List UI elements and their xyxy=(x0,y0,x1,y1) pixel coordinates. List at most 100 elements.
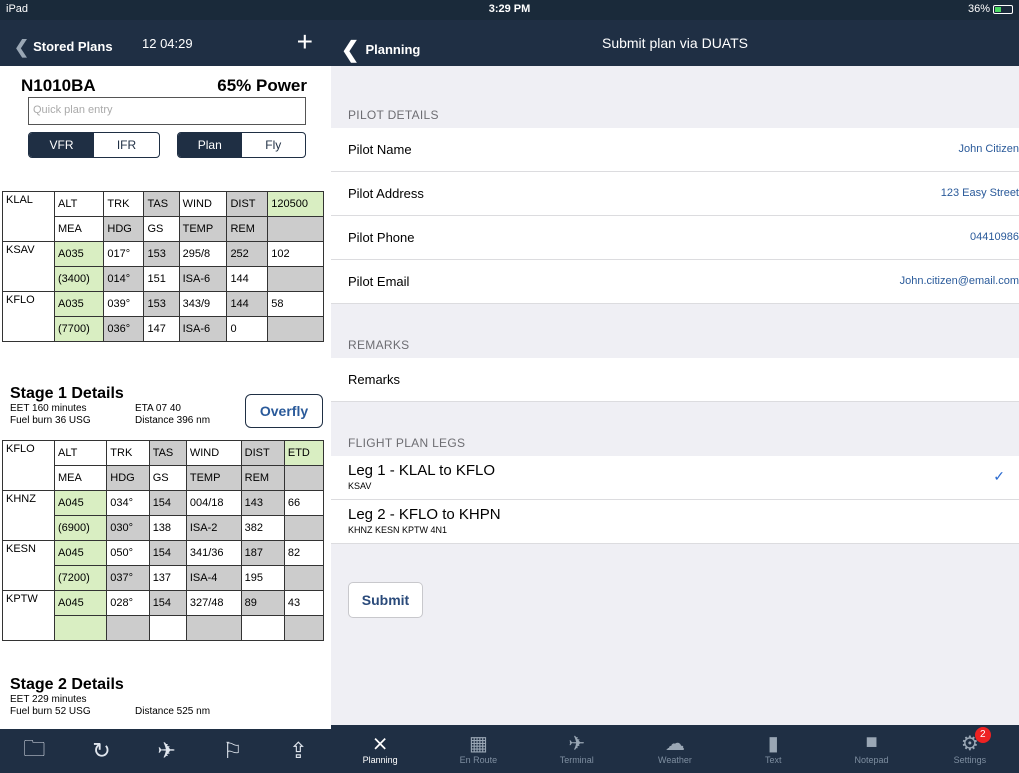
nav-log-cell[interactable]: DIST xyxy=(226,191,269,217)
leg-2-row[interactable]: Leg 2 - KFLO to KHPN KHNZ KESN KPTW 4N1 xyxy=(331,500,1019,544)
nav-log-cell[interactable]: GS xyxy=(148,465,187,491)
nav-log-cell[interactable]: 154 xyxy=(148,490,187,516)
pilot-phone-row[interactable]: Pilot Phone 04410986 xyxy=(331,216,1019,260)
nav-log-cell[interactable]: 144 xyxy=(226,266,269,292)
nav-log-cell[interactable]: 017° xyxy=(103,241,145,267)
pilot-name-value[interactable]: John Citizen xyxy=(958,143,1019,155)
waypoint-cell[interactable]: KSAV xyxy=(2,241,55,292)
tab-notepad[interactable]: ■ Notepad xyxy=(822,725,920,773)
overfly-button[interactable]: Overfly xyxy=(245,394,323,428)
nav-log-cell[interactable]: 195 xyxy=(240,565,285,591)
nav-log-cell[interactable]: 050° xyxy=(106,540,150,566)
nav-log-cell[interactable]: A035 xyxy=(53,241,105,267)
nav-log-cell[interactable]: TEMP xyxy=(185,465,242,491)
tab-terminal[interactable]: ✈ Terminal xyxy=(528,725,626,773)
nav-log-cell[interactable]: 030° xyxy=(106,515,150,541)
nav-log-cell[interactable]: HDG xyxy=(103,216,145,242)
submit-button[interactable]: Submit xyxy=(348,582,423,618)
nav-log-cell[interactable]: 66 xyxy=(283,490,325,516)
nav-log-cell[interactable]: 154 xyxy=(148,590,187,616)
nav-log-cell[interactable]: 295/8 xyxy=(178,241,228,267)
nav-log-cell[interactable] xyxy=(148,615,187,641)
nav-log-cell[interactable]: WIND xyxy=(185,440,242,466)
power-setting[interactable]: 65% Power xyxy=(217,76,307,96)
pilot-email-row[interactable]: Pilot Email John.citizen@email.com xyxy=(331,260,1019,304)
pilot-email-value[interactable]: John.citizen@email.com xyxy=(900,275,1019,287)
flag-icon[interactable]: ⚐ xyxy=(223,738,243,764)
share-icon[interactable]: ⇪ xyxy=(289,738,307,764)
waypoint-cell[interactable]: KESN xyxy=(2,540,55,591)
nav-log-cell[interactable]: ISA-2 xyxy=(185,515,242,541)
ifr-segment[interactable]: IFR xyxy=(94,133,159,157)
waypoint-cell[interactable]: KFLO xyxy=(2,440,55,491)
pilot-name-row[interactable]: Pilot Name John Citizen xyxy=(331,128,1019,172)
nav-log-cell[interactable] xyxy=(283,515,325,541)
remarks-row[interactable]: Remarks xyxy=(331,358,1019,402)
nav-log-cell[interactable]: 252 xyxy=(226,241,269,267)
nav-log-cell[interactable]: (7200) xyxy=(53,565,108,591)
nav-log-cell[interactable]: 0 xyxy=(226,316,269,342)
nav-log-cell[interactable]: (6900) xyxy=(53,515,108,541)
nav-log-cell[interactable]: A045 xyxy=(53,490,108,516)
plan-segment[interactable]: Plan xyxy=(178,133,242,157)
nav-log-cell[interactable]: HDG xyxy=(106,465,150,491)
nav-log-cell[interactable] xyxy=(283,565,325,591)
nav-log-cell[interactable]: 036° xyxy=(103,316,145,342)
nav-log-cell[interactable]: 343/9 xyxy=(178,291,228,317)
nav-log-cell[interactable]: A035 xyxy=(53,291,105,317)
vfr-segment[interactable]: VFR xyxy=(29,133,94,157)
aircraft-registration[interactable]: N1010BA xyxy=(21,76,96,96)
nav-log-cell[interactable]: MEA xyxy=(53,465,108,491)
nav-log-cell[interactable]: TRK xyxy=(106,440,150,466)
nav-log-cell[interactable]: 43 xyxy=(283,590,325,616)
nav-log-cell[interactable]: 382 xyxy=(240,515,285,541)
nav-log-cell[interactable]: TAS xyxy=(143,191,180,217)
tab-en-route[interactable]: ▦ En Route xyxy=(429,725,527,773)
nav-log-cell[interactable]: ALT xyxy=(53,440,108,466)
waypoint-cell[interactable]: KPTW xyxy=(2,590,55,641)
stored-plans-back-button[interactable]: ❮ Stored Plans xyxy=(14,35,113,57)
nav-log-cell[interactable]: 014° xyxy=(103,266,145,292)
nav-log-cell[interactable]: 034° xyxy=(106,490,150,516)
tab-planning[interactable]: ⨯ Planning xyxy=(331,725,429,773)
refresh-icon[interactable]: ↻ xyxy=(92,738,110,764)
leg-1-row[interactable]: Leg 1 - KLAL to KFLO KSAV ✓ xyxy=(331,456,1019,500)
nav-log-cell[interactable]: 137 xyxy=(148,565,187,591)
nav-log-cell[interactable]: ISA-6 xyxy=(178,316,228,342)
nav-log-cell[interactable]: (7700) xyxy=(53,316,105,342)
nav-log-cell[interactable]: 58 xyxy=(267,291,324,317)
nav-log-cell[interactable]: 154 xyxy=(148,540,187,566)
nav-log-cell[interactable] xyxy=(267,266,324,292)
nav-log-cell[interactable]: A045 xyxy=(53,590,108,616)
quick-plan-entry-input[interactable]: Quick plan entry xyxy=(28,97,306,125)
nav-log-cell[interactable]: DIST xyxy=(240,440,285,466)
nav-log-cell[interactable]: 82 xyxy=(283,540,325,566)
nav-log-cell[interactable] xyxy=(185,615,242,641)
nav-log-cell[interactable]: 327/48 xyxy=(185,590,242,616)
nav-log-cell[interactable]: 004/18 xyxy=(185,490,242,516)
nav-log-cell[interactable]: ETD xyxy=(283,440,325,466)
nav-log-cell[interactable]: 120500 xyxy=(267,191,324,217)
nav-log-cell[interactable]: 153 xyxy=(143,291,180,317)
pilot-address-row[interactable]: Pilot Address 123 Easy Street xyxy=(331,172,1019,216)
nav-log-cell[interactable]: 153 xyxy=(143,241,180,267)
nav-log-cell[interactable]: GS xyxy=(143,216,180,242)
nav-log-cell[interactable]: 89 xyxy=(240,590,285,616)
tab-weather[interactable]: ☁ Weather xyxy=(626,725,724,773)
tab-text[interactable]: ▮ Text xyxy=(724,725,822,773)
waypoint-cell[interactable]: KFLO xyxy=(2,291,55,342)
airplane-icon[interactable]: ✈ xyxy=(157,738,175,764)
nav-log-cell[interactable] xyxy=(240,615,285,641)
folder-icon[interactable]: 🗀 xyxy=(23,732,45,770)
nav-log-cell[interactable] xyxy=(267,216,324,242)
nav-log-cell[interactable]: MEA xyxy=(53,216,105,242)
nav-log-cell[interactable] xyxy=(283,615,325,641)
nav-log-cell[interactable]: TEMP xyxy=(178,216,228,242)
fly-segment[interactable]: Fly xyxy=(242,133,306,157)
nav-log-cell[interactable]: TAS xyxy=(148,440,187,466)
pilot-phone-value[interactable]: 04410986 xyxy=(970,231,1019,243)
nav-log-cell[interactable]: A045 xyxy=(53,540,108,566)
nav-log-cell[interactable]: ISA-4 xyxy=(185,565,242,591)
nav-log-cell[interactable] xyxy=(106,615,150,641)
nav-log-cell[interactable]: 147 xyxy=(143,316,180,342)
